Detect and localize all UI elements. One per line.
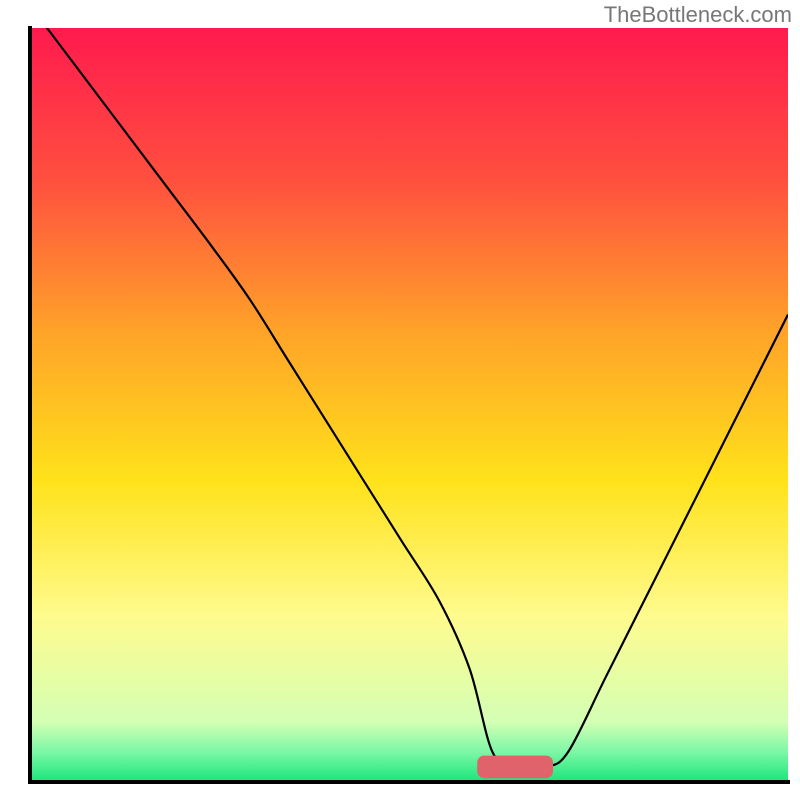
watermark-text: TheBottleneck.com [604,2,792,28]
bottleneck-chart: TheBottleneck.com [0,0,800,800]
chart-svg [0,0,800,800]
optimum-marker [477,756,553,779]
gradient-background [30,28,788,782]
